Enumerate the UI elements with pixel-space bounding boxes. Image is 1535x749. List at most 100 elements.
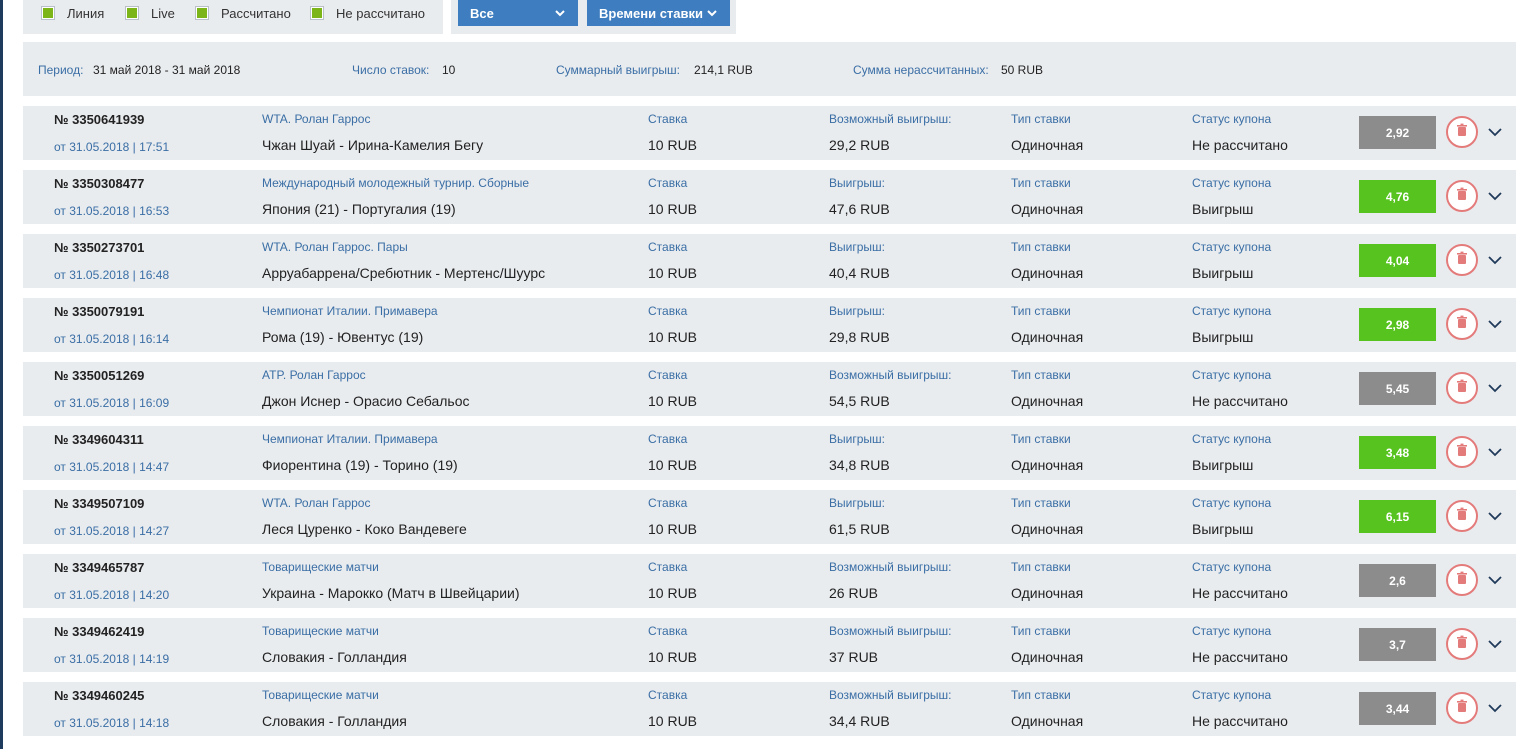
checkbox-checked-icon[interactable] bbox=[125, 6, 139, 20]
bet-type-label: Тип ставки bbox=[1011, 112, 1071, 126]
delete-bet-button[interactable] bbox=[1446, 500, 1478, 532]
coupon-status-label: Статус купона bbox=[1192, 112, 1272, 126]
chevron-down-icon[interactable] bbox=[1487, 124, 1503, 140]
unsettled-label: Сумма нерассчитанных: bbox=[853, 63, 989, 77]
coupon-status-value: Не рассчитано bbox=[1192, 137, 1288, 153]
chevron-down-icon[interactable] bbox=[1487, 572, 1503, 588]
tournament-name: Товарищеские матчи bbox=[262, 624, 379, 638]
match-name: Словакия - Голландия bbox=[262, 649, 407, 665]
status-dropdown-label: Все bbox=[470, 5, 494, 21]
trash-icon bbox=[1455, 315, 1469, 334]
trash-icon bbox=[1455, 635, 1469, 654]
bet-date: от 31.05.2018 | 16:48 bbox=[54, 268, 170, 282]
odds-badge: 3,48 bbox=[1359, 436, 1436, 469]
sort-dropdown[interactable]: Времени ставки bbox=[587, 0, 730, 26]
delete-bet-button[interactable] bbox=[1446, 564, 1478, 596]
bet-date: от 31.05.2018 | 14:27 bbox=[54, 524, 170, 538]
tournament-name: Товарищеские матчи bbox=[262, 560, 379, 574]
coupon-status-value: Выигрыш bbox=[1192, 265, 1254, 281]
checkbox-checked-icon[interactable] bbox=[310, 6, 324, 20]
tournament-name: ATP. Ролан Гаррос bbox=[262, 368, 366, 382]
coupon-status-label: Статус купона bbox=[1192, 176, 1272, 190]
bet-date: от 31.05.2018 | 16:09 bbox=[54, 396, 170, 410]
chevron-down-icon[interactable] bbox=[1487, 508, 1503, 524]
bet-row[interactable]: № 3350051269 от 31.05.2018 | 16:09 ATP. Ро… bbox=[23, 362, 1516, 416]
delete-bet-button[interactable] bbox=[1446, 180, 1478, 212]
filter-settled[interactable]: Рассчитано bbox=[195, 5, 291, 21]
status-dropdown[interactable]: Все bbox=[458, 0, 578, 26]
stake-value: 10 RUB bbox=[648, 201, 698, 217]
bet-row[interactable]: № 3350079191 от 31.05.2018 | 16:14 Чемпион… bbox=[23, 298, 1516, 352]
bet-date: от 31.05.2018 | 17:51 bbox=[54, 140, 170, 154]
bet-row[interactable]: № 3349462419 от 31.05.2018 | 14:19 Товарищ… bbox=[23, 618, 1516, 672]
chevron-down-icon[interactable] bbox=[1487, 636, 1503, 652]
filter-unsettled[interactable]: Не рассчитано bbox=[310, 5, 425, 21]
bet-row[interactable]: № 3350273701 от 31.05.2018 | 16:48 WTA. Ро… bbox=[23, 234, 1516, 288]
stake-value: 10 RUB bbox=[648, 457, 698, 473]
match-name: Украина - Марокко (Матч в Швейцарии) bbox=[262, 585, 520, 601]
bet-row[interactable]: № 3349604311 от 31.05.2018 | 14:47 Чемпион… bbox=[23, 426, 1516, 480]
bet-row[interactable]: № 3349507109 от 31.05.2018 | 14:27 WTA. Ро… bbox=[23, 490, 1516, 544]
unsettled-value: 50 RUB bbox=[1001, 63, 1044, 77]
chevron-down-icon[interactable] bbox=[1487, 188, 1503, 204]
delete-bet-button[interactable] bbox=[1446, 244, 1478, 276]
chevron-down-icon[interactable] bbox=[1487, 700, 1503, 716]
bet-number: № 3349460245 bbox=[54, 688, 145, 703]
bet-type-value: Одиночная bbox=[1011, 649, 1084, 665]
bet-row[interactable]: № 3350308477 от 31.05.2018 | 16:53 Междуна… bbox=[23, 170, 1516, 224]
match-name: Рома (19) - Ювентус (19) bbox=[262, 329, 424, 345]
chevron-down-icon[interactable] bbox=[1487, 252, 1503, 268]
bet-type-label: Тип ставки bbox=[1011, 496, 1071, 510]
bet-type-value: Одиночная bbox=[1011, 265, 1084, 281]
stake-label: Ставка bbox=[648, 624, 688, 638]
checkbox-checked-icon[interactable] bbox=[195, 6, 209, 20]
delete-bet-button[interactable] bbox=[1446, 628, 1478, 660]
left-edge-bar bbox=[0, 0, 3, 749]
bet-type-value: Одиночная bbox=[1011, 457, 1084, 473]
delete-bet-button[interactable] bbox=[1446, 116, 1478, 148]
win-label: Возможный выигрыш: bbox=[829, 624, 952, 638]
coupon-status-value: Выигрыш bbox=[1192, 329, 1254, 345]
stake-value: 10 RUB bbox=[648, 649, 698, 665]
bet-number: № 3350308477 bbox=[54, 176, 145, 191]
coupon-status-value: Выигрыш bbox=[1192, 457, 1254, 473]
chevron-down-icon[interactable] bbox=[1487, 444, 1503, 460]
bet-row[interactable]: № 3349460245 от 31.05.2018 | 14:18 Товарищ… bbox=[23, 682, 1516, 736]
bet-type-label: Тип ставки bbox=[1011, 624, 1071, 638]
filter-live[interactable]: Live bbox=[125, 5, 175, 21]
stake-value: 10 RUB bbox=[648, 329, 698, 345]
odds-badge: 3,7 bbox=[1359, 628, 1436, 661]
odds-badge: 4,04 bbox=[1359, 244, 1436, 277]
bet-type-label: Тип ставки bbox=[1011, 304, 1071, 318]
stake-label: Ставка bbox=[648, 560, 688, 574]
chevron-down-icon[interactable] bbox=[1487, 316, 1503, 332]
delete-bet-button[interactable] bbox=[1446, 372, 1478, 404]
chevron-down-icon bbox=[555, 10, 565, 17]
period-label: Период: bbox=[38, 63, 84, 77]
bet-type-label: Тип ставки bbox=[1011, 368, 1071, 382]
bet-row[interactable]: № 3350641939 от 31.05.2018 | 17:51 WTA. Ро… bbox=[23, 106, 1516, 160]
filter-line[interactable]: Линия bbox=[41, 5, 104, 21]
chevron-down-icon[interactable] bbox=[1487, 380, 1503, 396]
trash-icon bbox=[1455, 571, 1469, 590]
delete-bet-button[interactable] bbox=[1446, 308, 1478, 340]
coupon-status-value: Выигрыш bbox=[1192, 201, 1254, 217]
coupon-status-label: Статус купона bbox=[1192, 432, 1272, 446]
stake-label: Ставка bbox=[648, 368, 688, 382]
stake-label: Ставка bbox=[648, 496, 688, 510]
delete-bet-button[interactable] bbox=[1446, 436, 1478, 468]
coupon-status-value: Выигрыш bbox=[1192, 521, 1254, 537]
match-name: Чжан Шуай - Ирина-Камелия Бегу bbox=[262, 137, 484, 153]
match-name: Арруабаррена/Сребютник - Мертенс/Шуурс bbox=[262, 265, 546, 281]
checkbox-checked-icon[interactable] bbox=[41, 6, 55, 20]
win-value: 29,8 RUB bbox=[829, 329, 890, 345]
tournament-name: Международный молодежный турнир. Сборные bbox=[262, 176, 530, 190]
delete-bet-button[interactable] bbox=[1446, 692, 1478, 724]
filter-label: Не рассчитано bbox=[336, 5, 426, 21]
coupon-status-label: Статус купона bbox=[1192, 560, 1272, 574]
win-value: 26 RUB bbox=[829, 585, 879, 601]
bet-row[interactable]: № 3349465787 от 31.05.2018 | 14:20 Товарищ… bbox=[23, 554, 1516, 608]
win-label: Возможный выигрыш: bbox=[829, 112, 952, 126]
bet-date: от 31.05.2018 | 14:18 bbox=[54, 716, 170, 730]
coupon-status-value: Не рассчитано bbox=[1192, 713, 1288, 729]
